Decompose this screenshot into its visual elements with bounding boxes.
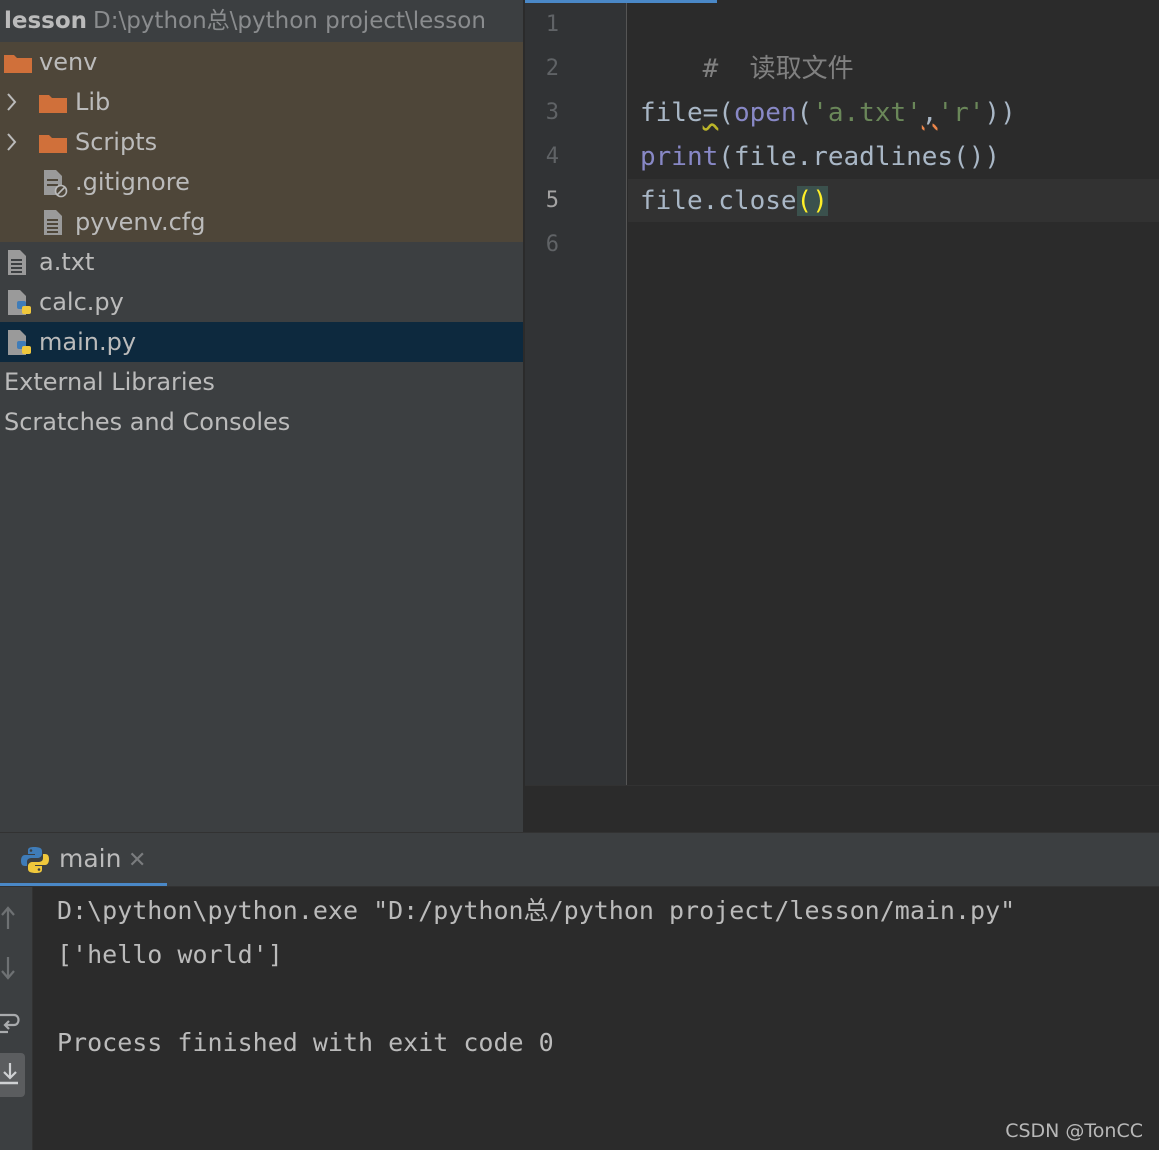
code-token-string: 'r' — [937, 98, 985, 128]
code-line-4[interactable]: print(file.readlines()) — [640, 135, 1000, 179]
scroll-to-end-icon — [0, 1063, 18, 1085]
watermark: CSDN @TonCC — [1005, 1120, 1143, 1142]
code-token-matched-braces: () — [796, 186, 828, 216]
line-number-current: 5 — [545, 188, 559, 213]
editor-gutter[interactable]: 1 2 3 4 5 6 — [525, 0, 627, 785]
arrow-up-icon[interactable] — [0, 903, 26, 933]
tree-item-label: External Libraries — [4, 368, 215, 396]
code-token-warning: , — [921, 98, 938, 128]
tree-item-label: main.py — [39, 328, 137, 356]
close-icon[interactable]: ✕ — [128, 848, 146, 873]
code-token: file.close — [640, 186, 797, 216]
tree-item-calc-py[interactable]: calc.py — [0, 282, 523, 322]
tree-item-pyvenv-cfg[interactable]: pyvenv.cfg — [0, 202, 523, 242]
text-file-icon — [44, 210, 62, 235]
code-editor[interactable]: 1 2 3 4 5 6 # 读取文件 file=(open('a.txt','r… — [525, 0, 1159, 785]
soft-wrap-icon[interactable] — [0, 1007, 26, 1037]
folder-icon — [39, 135, 67, 153]
run-console[interactable]: D:\python\python.exe "D:/python总/python … — [33, 887, 1159, 1150]
code-token-builtin: print — [640, 142, 719, 172]
ignored-file-icon — [44, 170, 68, 198]
code-token-warning: = — [702, 98, 719, 128]
tree-root-lesson[interactable]: lesson D:\python总\python project\lesson — [0, 0, 523, 42]
tree-item-a-txt[interactable]: a.txt — [0, 242, 523, 282]
code-comment: # 读取文件 — [702, 54, 854, 84]
tree-item-scripts[interactable]: Scripts — [0, 122, 523, 162]
project-root-path: D:\python总\python project\lesson — [93, 8, 486, 34]
tree-item-label: .gitignore — [75, 168, 190, 196]
python-icon — [21, 847, 49, 873]
console-line: Process finished with exit code 0 — [57, 1028, 554, 1057]
tree-item-external-libraries[interactable]: External Libraries — [0, 362, 523, 402]
folder-icon — [4, 55, 32, 73]
run-tab-main[interactable]: main ✕ — [0, 833, 167, 887]
tree-item-scratches-and-consoles[interactable]: Scratches and Consoles — [0, 402, 523, 442]
code-token: ( — [718, 98, 734, 128]
tree-item-venv[interactable]: venv — [0, 42, 523, 82]
tree-item-gitignore[interactable]: .gitignore — [0, 162, 523, 202]
text-file-icon — [8, 250, 26, 275]
tree-item-main-py[interactable]: main.py — [0, 322, 523, 362]
code-token-builtin: open — [733, 98, 797, 128]
run-tab-label: main — [59, 844, 122, 873]
code-token: file — [640, 98, 703, 128]
code-line-5[interactable]: file.close() — [640, 179, 828, 223]
tree-item-label: Scratches and Consoles — [4, 408, 291, 436]
tree-item-lib[interactable]: Lib — [0, 82, 523, 122]
python-file-icon — [8, 290, 31, 315]
tree-item-label: venv — [39, 48, 98, 76]
tree-item-label: a.txt — [39, 248, 95, 276]
gutter-separator — [626, 0, 627, 785]
code-token: ( — [796, 98, 813, 128]
scroll-to-end-button[interactable] — [0, 1053, 25, 1097]
tree-item-label: pyvenv.cfg — [75, 208, 206, 236]
console-line: ['hello world'] — [57, 940, 283, 969]
code-line-1[interactable]: # 读取文件 — [640, 3, 854, 84]
chevron-right-icon[interactable] — [2, 82, 22, 122]
tree-item-label: Scripts — [75, 128, 158, 156]
chevron-right-icon[interactable] — [2, 122, 22, 162]
project-tool-window: lesson D:\python总\python project\lesson … — [0, 0, 523, 832]
editor-footer — [525, 785, 1159, 833]
arrow-down-icon[interactable] — [0, 953, 26, 983]
line-number: 4 — [545, 144, 559, 169]
line-number: 6 — [545, 232, 559, 257]
code-token: (file.readlines()) — [718, 142, 1001, 172]
tree-item-label: calc.py — [39, 288, 124, 316]
tree-item-label: Lib — [75, 88, 111, 116]
run-toolbar — [0, 887, 33, 1150]
line-number: 3 — [545, 100, 559, 125]
run-tool-window-header: main ✕ — [0, 832, 1159, 887]
code-token: )) — [984, 98, 1016, 128]
line-number: 2 — [545, 56, 559, 81]
console-line: D:\python\python.exe "D:/python总/python … — [57, 896, 1016, 925]
folder-icon — [39, 95, 67, 113]
code-token-string: 'a.txt' — [812, 98, 922, 128]
python-file-icon — [8, 330, 31, 355]
line-number: 1 — [545, 12, 559, 37]
project-root-name: lesson — [4, 8, 88, 34]
code-line-3[interactable]: file=(open('a.txt','r')) — [640, 91, 1016, 135]
